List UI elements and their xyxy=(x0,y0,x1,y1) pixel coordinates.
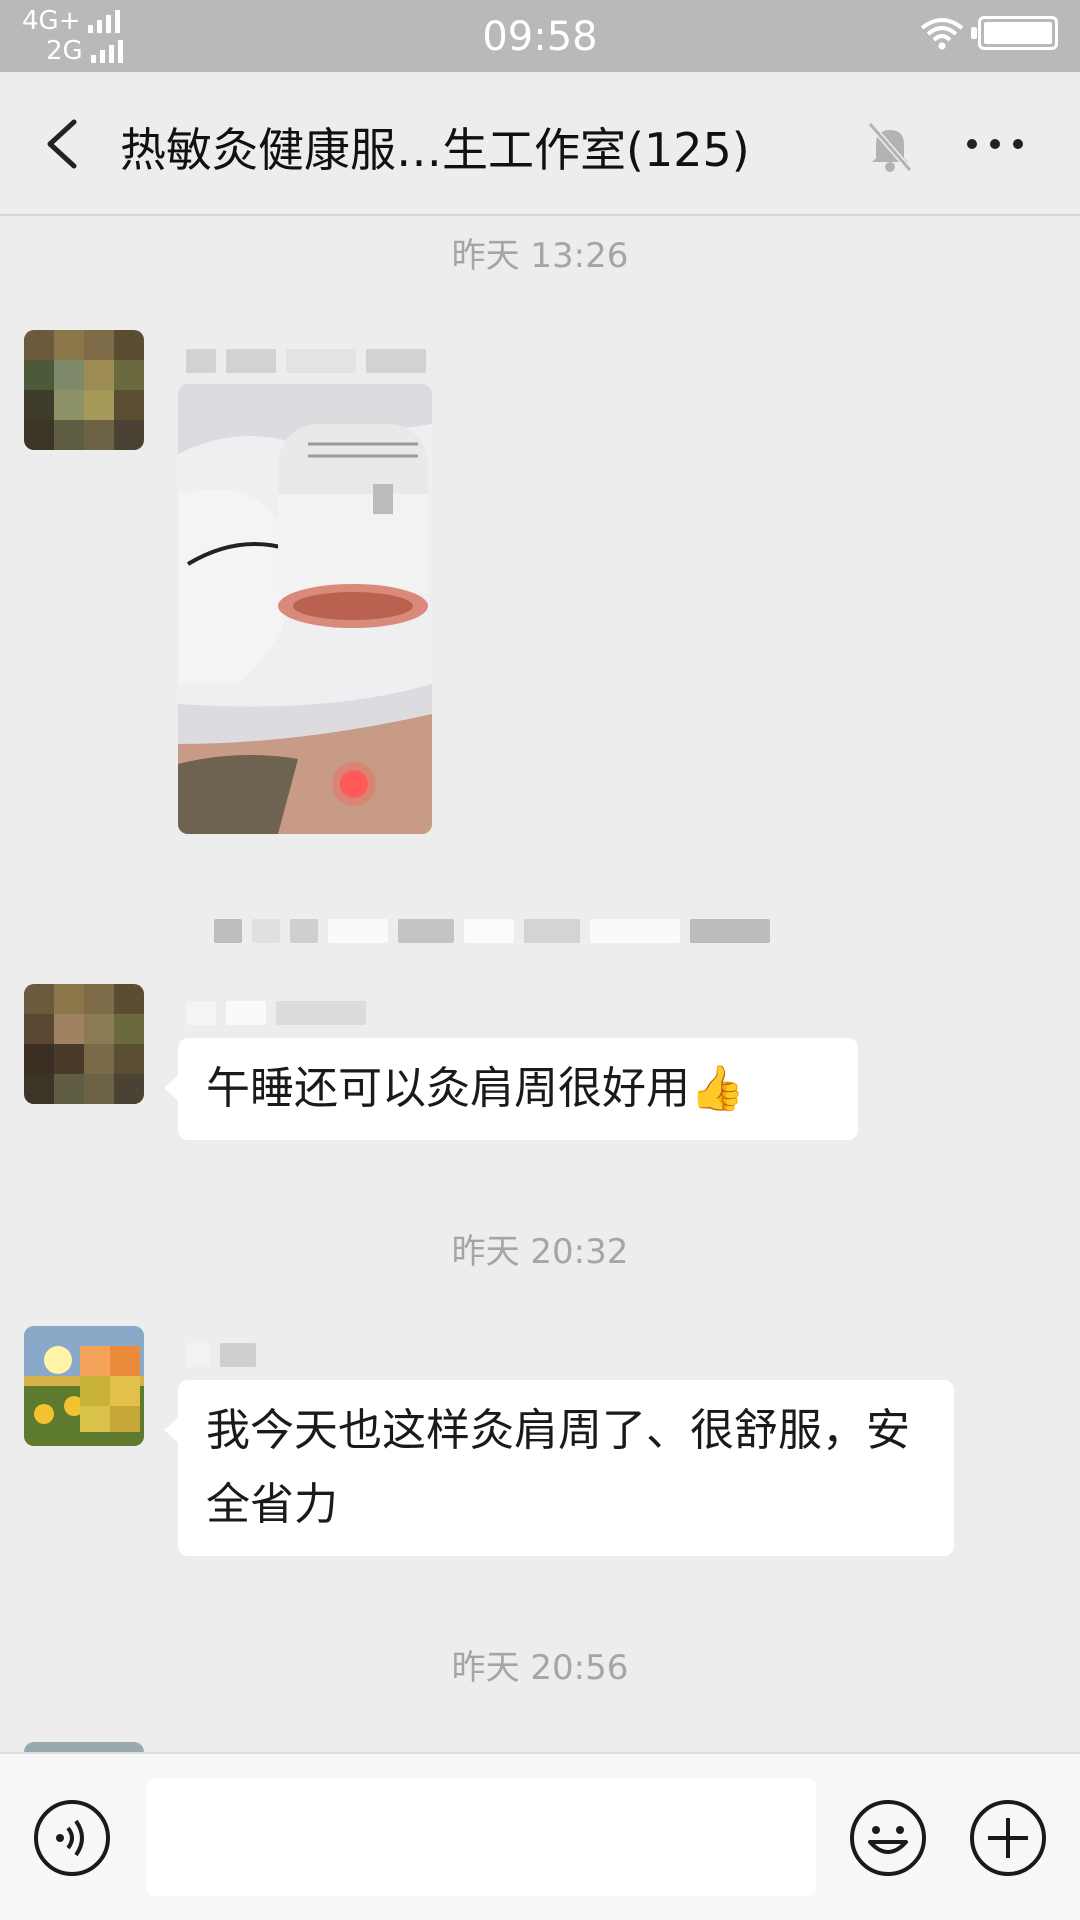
status-icons xyxy=(920,16,1058,50)
battery-icon xyxy=(971,16,1058,50)
avatar[interactable] xyxy=(24,1742,144,1752)
chevron-left-icon[interactable] xyxy=(30,112,90,176)
message-input[interactable] xyxy=(146,1778,816,1896)
voice-icon[interactable] xyxy=(32,1798,112,1878)
bell-off-icon xyxy=(867,122,913,172)
message-image[interactable] xyxy=(178,384,432,834)
avatar[interactable] xyxy=(24,984,144,1104)
message-bubble[interactable]: 我今天也这样灸肩周了、很舒服，安全省力 xyxy=(164,1380,954,1556)
chat-title[interactable]: 热敏灸健康服…生工作室(125) xyxy=(120,114,750,180)
timestamp: 昨天 13:26 xyxy=(451,236,629,276)
emoji-icon[interactable] xyxy=(848,1798,928,1878)
input-bar xyxy=(0,1752,1080,1920)
message-text: 我今天也这样灸肩周了、很舒服，安全省力 xyxy=(206,1405,910,1530)
wifi-icon xyxy=(920,18,964,50)
avatar-image xyxy=(24,1326,144,1446)
avatar[interactable] xyxy=(24,1326,144,1446)
message-text: 午睡还可以灸肩周很好用👍 xyxy=(206,1063,745,1114)
sender-name-blurred xyxy=(186,346,426,376)
message-bubble[interactable]: 午睡还可以灸肩周很好用👍 xyxy=(164,1038,858,1140)
timestamp: 昨天 20:32 xyxy=(451,1232,629,1272)
plus-icon[interactable] xyxy=(968,1798,1048,1878)
clock: 09:58 xyxy=(482,14,598,60)
ellipsis-icon[interactable] xyxy=(960,124,1030,164)
blurred-text xyxy=(214,916,770,946)
chat-header: 热敏灸健康服…生工作室(125) xyxy=(0,72,1080,216)
status-bar: 4G+ 2G 09:58 xyxy=(0,0,1080,72)
sender-name-blurred xyxy=(186,1340,256,1370)
avatar[interactable] xyxy=(24,330,144,450)
image-content xyxy=(178,384,432,834)
sender-name-blurred xyxy=(186,998,366,1028)
timestamp: 昨天 20:56 xyxy=(451,1648,629,1688)
